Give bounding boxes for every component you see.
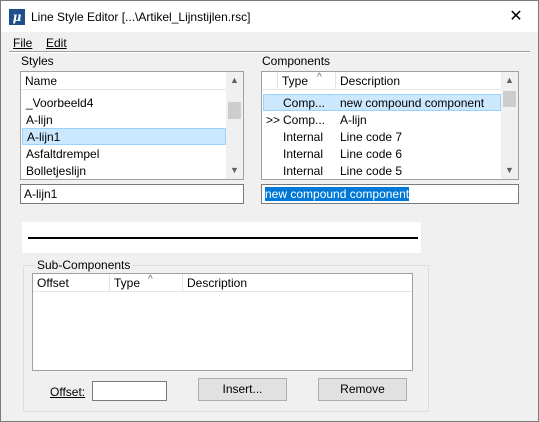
scroll-up-icon[interactable]: ▲ bbox=[226, 72, 243, 89]
marker-column-header bbox=[262, 72, 278, 90]
table-row[interactable]: Internal Line code 5 bbox=[263, 163, 501, 179]
styles-label: Styles bbox=[21, 54, 54, 68]
menu-edit-label: Edit bbox=[46, 36, 67, 50]
remove-button[interactable]: Remove bbox=[318, 378, 407, 401]
row-description: A-lijn bbox=[340, 113, 367, 127]
components-header: Type ^ Description bbox=[262, 72, 502, 90]
component-description-field[interactable]: new compound component bbox=[261, 184, 519, 204]
scroll-thumb[interactable] bbox=[503, 91, 516, 107]
offset-column-header[interactable]: Offset bbox=[33, 274, 110, 292]
insert-button[interactable]: Insert... bbox=[198, 378, 287, 401]
offset-label-text: Offset: bbox=[50, 385, 86, 399]
components-listbox[interactable]: Type ^ Description Comp... new compound … bbox=[261, 71, 519, 180]
styles-name-column-header[interactable]: Name bbox=[21, 72, 227, 90]
row-description: new compound component bbox=[340, 96, 485, 110]
preview-line bbox=[28, 237, 418, 239]
components-scrollbar[interactable]: ▲ ▼ bbox=[501, 72, 518, 179]
sub-description-column-header[interactable]: Description bbox=[183, 274, 412, 292]
line-style-editor-window: μ Line Style Editor [...\Artikel_Lijnsti… bbox=[0, 0, 539, 422]
menu-file[interactable]: File bbox=[13, 36, 32, 50]
sub-components-header: Offset Type ^ Description bbox=[33, 274, 412, 292]
scroll-thumb[interactable] bbox=[228, 102, 241, 119]
scroll-down-icon[interactable]: ▼ bbox=[501, 162, 518, 179]
title-bar: μ Line Style Editor [...\Artikel_Lijnsti… bbox=[1, 1, 538, 32]
line-preview bbox=[22, 222, 421, 253]
table-row[interactable]: >> Comp... A-lijn bbox=[263, 112, 501, 129]
list-item[interactable]: A-lijn bbox=[22, 112, 226, 129]
sub-type-column-label: Type bbox=[114, 276, 141, 290]
app-icon: μ bbox=[9, 9, 25, 25]
styles-header: Name bbox=[21, 72, 227, 90]
offset-input[interactable] bbox=[92, 381, 167, 401]
row-type: Internal bbox=[283, 164, 324, 178]
row-description: Line code 5 bbox=[340, 164, 403, 178]
row-type: Comp... bbox=[283, 96, 326, 110]
sort-ascending-icon: ^ bbox=[148, 274, 153, 285]
list-item-selected[interactable]: A-lijn1 bbox=[22, 128, 226, 145]
table-row-selected[interactable]: Comp... new compound component bbox=[263, 94, 501, 111]
list-item[interactable]: Asfaltdrempel bbox=[22, 146, 226, 163]
menu-bar: File Edit bbox=[1, 34, 538, 52]
styles-listbox[interactable]: Name _Voorbeeld4 A-lijn A-lijn1 Asfaltdr… bbox=[20, 71, 244, 180]
list-item[interactable]: _Voorbeeld4 bbox=[22, 95, 226, 112]
offset-label: Offset: bbox=[50, 385, 85, 399]
close-button[interactable]: ✕ bbox=[494, 1, 538, 32]
row-type: Internal bbox=[283, 147, 324, 161]
menu-file-label: File bbox=[13, 36, 33, 50]
row-description: Line code 7 bbox=[340, 130, 403, 144]
sort-ascending-icon: ^ bbox=[317, 72, 322, 83]
row-description: Line code 6 bbox=[340, 147, 403, 161]
sub-components-listbox[interactable]: Offset Type ^ Description bbox=[32, 273, 413, 371]
description-column-header[interactable]: Description bbox=[336, 72, 502, 90]
list-item[interactable]: Bolletjeslijn bbox=[22, 163, 226, 179]
sub-type-column-header[interactable]: Type bbox=[110, 274, 183, 292]
type-column-label: Type bbox=[282, 74, 309, 88]
scroll-down-icon[interactable]: ▼ bbox=[226, 162, 243, 179]
scroll-up-icon[interactable]: ▲ bbox=[501, 72, 518, 89]
menu-edit[interactable]: Edit bbox=[46, 36, 67, 50]
row-type: Internal bbox=[283, 130, 324, 144]
table-row[interactable]: Internal Line code 6 bbox=[263, 146, 501, 163]
type-column-header[interactable]: Type bbox=[278, 72, 336, 90]
row-type: Comp... bbox=[283, 113, 326, 127]
menu-separator bbox=[9, 51, 530, 53]
sub-components-label: Sub-Components bbox=[35, 258, 133, 272]
table-row[interactable]: Internal Line code 7 bbox=[263, 129, 501, 146]
component-description-text: new compound component bbox=[265, 187, 410, 201]
style-name-field[interactable]: A-lijn1 bbox=[20, 184, 244, 204]
styles-scrollbar[interactable]: ▲ ▼ bbox=[226, 72, 243, 179]
components-label: Components bbox=[262, 54, 331, 68]
window-title: Line Style Editor [...\Artikel_Lijnstijl… bbox=[31, 10, 251, 24]
row-marker: >> bbox=[266, 113, 281, 127]
